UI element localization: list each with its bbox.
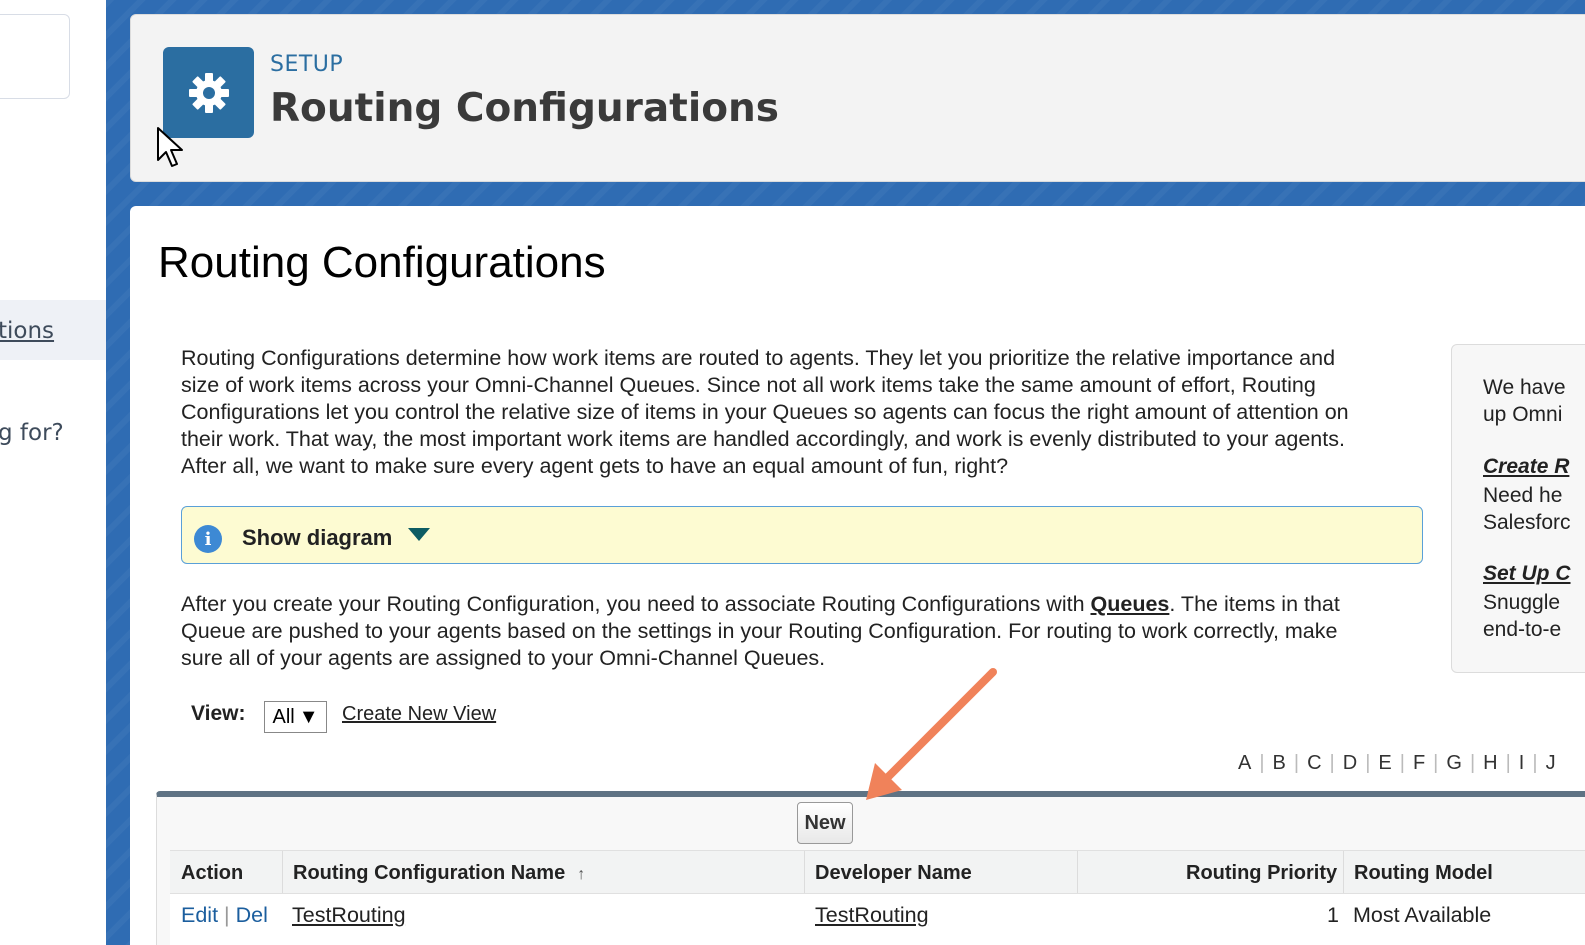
column-divider <box>282 851 283 893</box>
column-header-developer-name[interactable]: Developer Name <box>815 862 972 885</box>
routing-model-value: Most Available <box>1353 903 1492 927</box>
page-title: Routing Configurations <box>158 238 606 287</box>
column-header-name[interactable]: Routing Configuration Name ↑ <box>293 862 585 885</box>
queues-link[interactable]: Queues <box>1091 592 1170 616</box>
help-link-create[interactable]: Create R <box>1483 455 1569 479</box>
sidebar-item-label[interactable]: tions <box>0 318 54 344</box>
column-header-name-label[interactable]: Routing Configuration Name <box>293 862 565 884</box>
alpha-filter-letter[interactable]: F <box>1405 752 1433 775</box>
help-link-setup[interactable]: Set Up C <box>1483 562 1571 586</box>
alpha-filter-letter[interactable]: G <box>1438 752 1470 775</box>
intro-line: Routing Configurations determine how wor… <box>181 346 1336 370</box>
column-divider <box>1077 851 1078 893</box>
breadcrumb[interactable]: SETUP <box>270 52 343 77</box>
assoc-line: sure all of your agents are assigned to … <box>181 646 826 670</box>
view-select[interactable]: All ▼ <box>264 701 327 733</box>
intro-line: Configurations let you control the relat… <box>181 400 1349 424</box>
alpha-filter-letter[interactable]: H <box>1475 752 1505 775</box>
alpha-filter-letter[interactable]: C <box>1299 752 1329 775</box>
routing-priority-value: 1 <box>1327 903 1339 927</box>
view-label: View: <box>191 702 246 725</box>
column-divider <box>1343 851 1344 893</box>
help-text: We have <box>1483 376 1566 399</box>
gear-icon <box>163 47 254 138</box>
alphabet-filter: A | B | C | D | E | F | G | H | I | J <box>1230 752 1564 775</box>
association-paragraph: After you create your Routing Configurat… <box>181 591 1411 672</box>
intro-line: After all, we want to make sure every ag… <box>181 454 1009 478</box>
sidebar-help-prompt: g for? <box>0 420 64 446</box>
alpha-filter-letter[interactable]: B <box>1265 752 1294 775</box>
edit-link[interactable]: Edit <box>181 903 218 927</box>
show-diagram-label[interactable]: Show diagram <box>242 525 392 551</box>
view-select-value: All <box>272 705 295 728</box>
assoc-text: After you create your Routing Configurat… <box>181 592 1091 616</box>
divider: | <box>224 903 230 927</box>
column-header-action: Action <box>181 862 244 884</box>
assoc-text: . The items in that <box>1169 592 1340 616</box>
assoc-line: Queue are pushed to your agents based on… <box>181 619 1338 643</box>
column-header-routing-model[interactable]: Routing Model <box>1354 862 1493 885</box>
help-text: up Omni <box>1483 403 1563 426</box>
column-divider <box>804 851 805 893</box>
sort-ascending-icon[interactable]: ↑ <box>577 866 585 883</box>
alpha-filter-letter[interactable]: J <box>1538 752 1564 775</box>
dropdown-arrow-icon: ▼ <box>298 705 319 728</box>
alpha-filter-letter[interactable]: I <box>1511 752 1533 775</box>
intro-paragraph: Routing Configurations determine how wor… <box>181 345 1411 480</box>
column-header-routing-priority[interactable]: Routing Priority <box>1186 862 1337 885</box>
mouse-cursor-icon <box>157 127 183 167</box>
alpha-filter-letter[interactable]: E <box>1370 752 1399 775</box>
help-text: Salesforc <box>1483 511 1571 534</box>
header-title: Routing Configurations <box>270 86 779 131</box>
create-new-view-link[interactable]: Create New View <box>342 703 496 726</box>
row-actions: Edit | Del <box>181 903 268 928</box>
intro-line: their work. That way, the most important… <box>181 427 1345 451</box>
help-text: end-to-e <box>1483 618 1562 641</box>
developer-name-link[interactable]: TestRouting <box>815 903 929 928</box>
alpha-filter-letter[interactable]: A <box>1230 752 1259 775</box>
sidebar-search-box[interactable] <box>0 14 70 99</box>
routing-config-name-link[interactable]: TestRouting <box>292 903 406 928</box>
help-text: Need he <box>1483 484 1563 507</box>
caret-down-icon[interactable] <box>408 528 430 541</box>
assoc-line: After you create your Routing Configurat… <box>181 591 1411 618</box>
intro-line: size of work items across your Omni-Chan… <box>181 373 1316 397</box>
help-text: Snuggle <box>1483 591 1561 614</box>
alpha-filter-letter[interactable]: D <box>1335 752 1365 775</box>
delete-link[interactable]: Del <box>236 903 268 927</box>
info-icon: i <box>194 525 222 553</box>
new-button[interactable]: New <box>797 802 853 844</box>
left-sidebar <box>0 0 106 945</box>
